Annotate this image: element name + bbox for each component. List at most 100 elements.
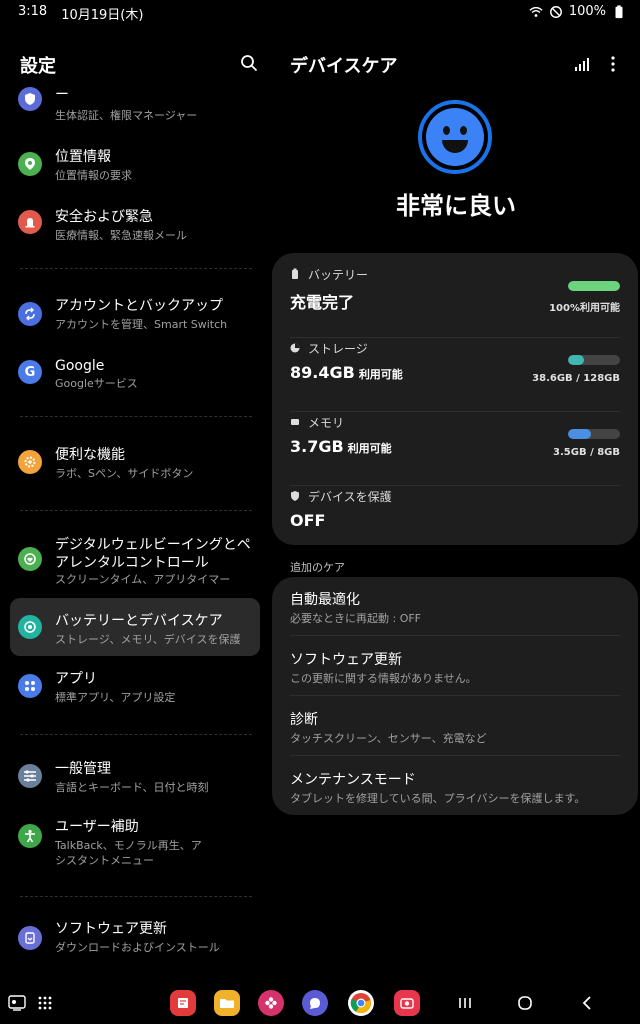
home-icon[interactable]: [512, 990, 538, 1016]
settings-item-software-update[interactable]: ソフトウェア更新 ダウンロードおよびインストール: [10, 918, 260, 964]
do-not-disturb-icon: [549, 5, 562, 18]
messages-app-icon[interactable]: [302, 990, 328, 1016]
screenshot-icon[interactable]: [4, 990, 30, 1016]
sync-icon: [18, 302, 42, 326]
settings-item-sub: スクリーンタイム、アプリタイマー: [55, 573, 231, 586]
settings-item-label: ソフトウェア更新: [55, 921, 167, 937]
wifi-icon: [529, 6, 543, 17]
diagnostics-item[interactable]: 診断 タッチスクリーン、センサー、充電など: [290, 711, 620, 746]
protect-section[interactable]: デバイスを保護 OFF: [290, 489, 620, 539]
device-care-summary-card: バッテリー 充電完了 100%利用可能 ストレージ 89.4GB 利用可能 38.…: [272, 253, 638, 545]
settings-item-google[interactable]: G Google Googleサービス: [10, 352, 260, 398]
list-item-title: ソフトウェア更新: [290, 652, 402, 668]
settings-item-label: デジタルウェルビーイングとペアレンタルコントロール: [55, 537, 251, 571]
maintenance-mode-item[interactable]: メンテナンスモード タブレットを修理している間、プライバシーを保護します。: [290, 771, 620, 806]
sliders-icon: [18, 764, 42, 788]
status-time: 3:18: [18, 4, 48, 19]
battery-label: バッテリー: [308, 267, 369, 282]
settings-item-label: バッテリーとデバイスケア: [55, 613, 223, 629]
stats-icon[interactable]: [574, 56, 590, 72]
divider: [20, 734, 252, 735]
settings-item-security[interactable]: ー 生体認証、権限マネージャー: [10, 84, 260, 130]
settings-item-label: アカウントとバックアップ: [55, 298, 223, 314]
software-update-icon: [18, 926, 42, 950]
extra-care-card: 自動最適化 必要なときに再起動 : OFF ソフトウェア更新 この更新に関する情…: [272, 577, 638, 815]
device-status-text: 非常に良い: [396, 192, 516, 220]
settings-item-label: 位置情報: [55, 149, 111, 165]
settings-item-safety[interactable]: 安全および緊急 医療情報、緊急速報メール: [10, 202, 260, 248]
device-care-header: デバイスケア: [290, 52, 630, 77]
recent-apps-icon[interactable]: [452, 990, 478, 1016]
memory-unit: 利用可能: [347, 442, 392, 455]
wellbeing-icon: [18, 547, 42, 571]
battery-section[interactable]: バッテリー 充電完了 100%利用可能: [290, 267, 620, 329]
memory-label: メモリ: [308, 415, 345, 430]
battery-percent: 100%: [568, 4, 606, 19]
settings-item-sub: Googleサービス: [55, 377, 138, 390]
memory-bar-label: 3.5GB / 8GB: [553, 447, 620, 458]
protect-value: OFF: [290, 511, 326, 530]
emergency-icon: [18, 210, 42, 234]
chrome-app-icon[interactable]: [348, 990, 374, 1016]
apps-icon: [18, 674, 42, 698]
settings-item-label: 一般管理: [55, 761, 111, 777]
settings-item-sub: ラボ、Sペン、サイドボタン: [55, 467, 194, 480]
settings-item-general[interactable]: 一般管理 言語とキーボード、日付と時刻: [10, 756, 260, 802]
shield-small-icon: [291, 491, 299, 501]
more-options-icon[interactable]: [610, 55, 616, 73]
divider: [20, 416, 252, 417]
storage-bar-label: 38.6GB / 128GB: [532, 373, 620, 384]
navigation-bar: [0, 984, 640, 1024]
protect-label: デバイスを保護: [308, 489, 392, 504]
notes-app-icon[interactable]: [170, 990, 196, 1016]
settings-item-device-care[interactable]: バッテリーとデバイスケア ストレージ、メモリ、デバイスを保護: [10, 598, 260, 656]
gallery-app-icon[interactable]: [258, 990, 284, 1016]
list-item-sub: この更新に関する情報がありません。: [290, 672, 477, 685]
google-icon: G: [18, 360, 42, 384]
divider: [290, 485, 620, 486]
software-update-item[interactable]: ソフトウェア更新 この更新に関する情報がありません。: [290, 651, 620, 686]
accessibility-icon: [18, 824, 42, 848]
settings-item-sub: 生体認証、権限マネージャー: [55, 109, 198, 122]
settings-item-sub: 言語とキーボード、日付と時刻: [55, 781, 209, 794]
battery-small-icon: [292, 268, 298, 279]
settings-item-advanced[interactable]: 便利な機能 ラボ、Sペン、サイドボタン: [10, 442, 260, 488]
storage-bar: [568, 355, 620, 365]
extra-care-label: 追加のケア: [290, 561, 345, 574]
search-icon[interactable]: [240, 54, 258, 72]
storage-unit: 利用可能: [358, 368, 403, 381]
battery-icon: [615, 4, 623, 18]
divider: [290, 755, 620, 756]
settings-item-sub: 標準アプリ、アプリ設定: [55, 691, 176, 704]
settings-item-apps[interactable]: アプリ 標準アプリ、アプリ設定: [10, 666, 260, 712]
settings-item-sub: TalkBack、モノラル再生、アシスタントメニュー: [55, 839, 202, 867]
settings-header: 設定: [20, 52, 260, 77]
memory-section[interactable]: メモリ 3.7GB 利用可能 3.5GB / 8GB: [290, 415, 620, 477]
settings-item-sub: ダウンロードおよびインストール: [55, 941, 220, 954]
battery-value: 充電完了: [290, 293, 355, 312]
divider: [20, 896, 252, 897]
storage-value: 89.4GB: [290, 363, 355, 382]
settings-item-label: ー: [55, 87, 69, 103]
memory-bar: [568, 429, 620, 439]
app-drawer-icon[interactable]: [32, 990, 58, 1016]
my-files-app-icon[interactable]: [214, 990, 240, 1016]
list-item-title: メンテナンスモード: [290, 772, 416, 788]
settings-item-location[interactable]: 位置情報 位置情報の要求: [10, 142, 260, 188]
back-icon[interactable]: [574, 990, 600, 1016]
location-pin-icon: [18, 152, 42, 176]
gear-plus-icon: [18, 450, 42, 474]
memory-value: 3.7GB: [290, 437, 344, 456]
list-item-sub: タブレットを修理している間、プライバシーを保護します。: [290, 792, 586, 805]
camera-app-icon[interactable]: [394, 990, 420, 1016]
status-date: 10月19日(木): [61, 8, 144, 23]
auto-optimize-item[interactable]: 自動最適化 必要なときに再起動 : OFF: [290, 591, 620, 626]
settings-item-label: 便利な機能: [55, 447, 125, 463]
settings-item-accounts[interactable]: アカウントとバックアップ アカウントを管理、Smart Switch: [10, 292, 260, 338]
divider: [290, 695, 620, 696]
storage-label: ストレージ: [308, 341, 368, 356]
storage-section[interactable]: ストレージ 89.4GB 利用可能 38.6GB / 128GB: [290, 341, 620, 403]
settings-item-wellbeing[interactable]: デジタルウェルビーイングとペアレンタルコントロール スクリーンタイム、アプリタイ…: [10, 532, 260, 590]
divider: [20, 510, 252, 511]
settings-item-accessibility[interactable]: ユーザー補助 TalkBack、モノラル再生、アシスタントメニュー: [10, 816, 260, 872]
